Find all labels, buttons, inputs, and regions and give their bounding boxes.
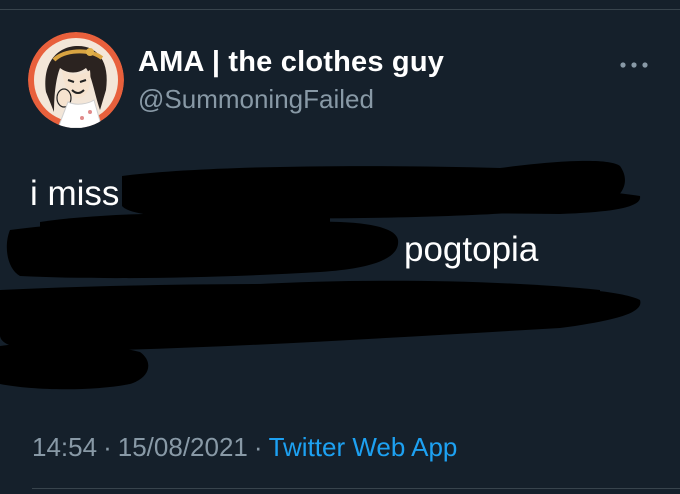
- tweet-meta: 14:54 · 15/08/2021 · Twitter Web App: [32, 432, 457, 463]
- tweet-text: i miss pogtopia: [0, 140, 680, 400]
- redaction-scribble: [0, 160, 641, 390]
- author-handle[interactable]: @SummoningFailed: [138, 84, 374, 115]
- meta-separator: ·: [103, 432, 112, 462]
- meta-separator: ·: [253, 432, 263, 462]
- author-display-name[interactable]: AMA | the clothes guy: [138, 46, 444, 79]
- tweet-date[interactable]: 15/08/2021: [118, 432, 248, 462]
- tweet-source-link[interactable]: Twitter Web App: [269, 432, 458, 462]
- user-avatar[interactable]: [28, 32, 124, 128]
- more-options-icon[interactable]: [617, 58, 651, 70]
- top-divider: [0, 9, 680, 10]
- bottom-divider: [32, 488, 680, 489]
- tweet-detail-view: AMA | the clothes guy @SummoningFailed i…: [0, 0, 680, 494]
- tweet-time[interactable]: 14:54: [32, 432, 97, 462]
- anime-character-avatar-icon: [28, 32, 124, 128]
